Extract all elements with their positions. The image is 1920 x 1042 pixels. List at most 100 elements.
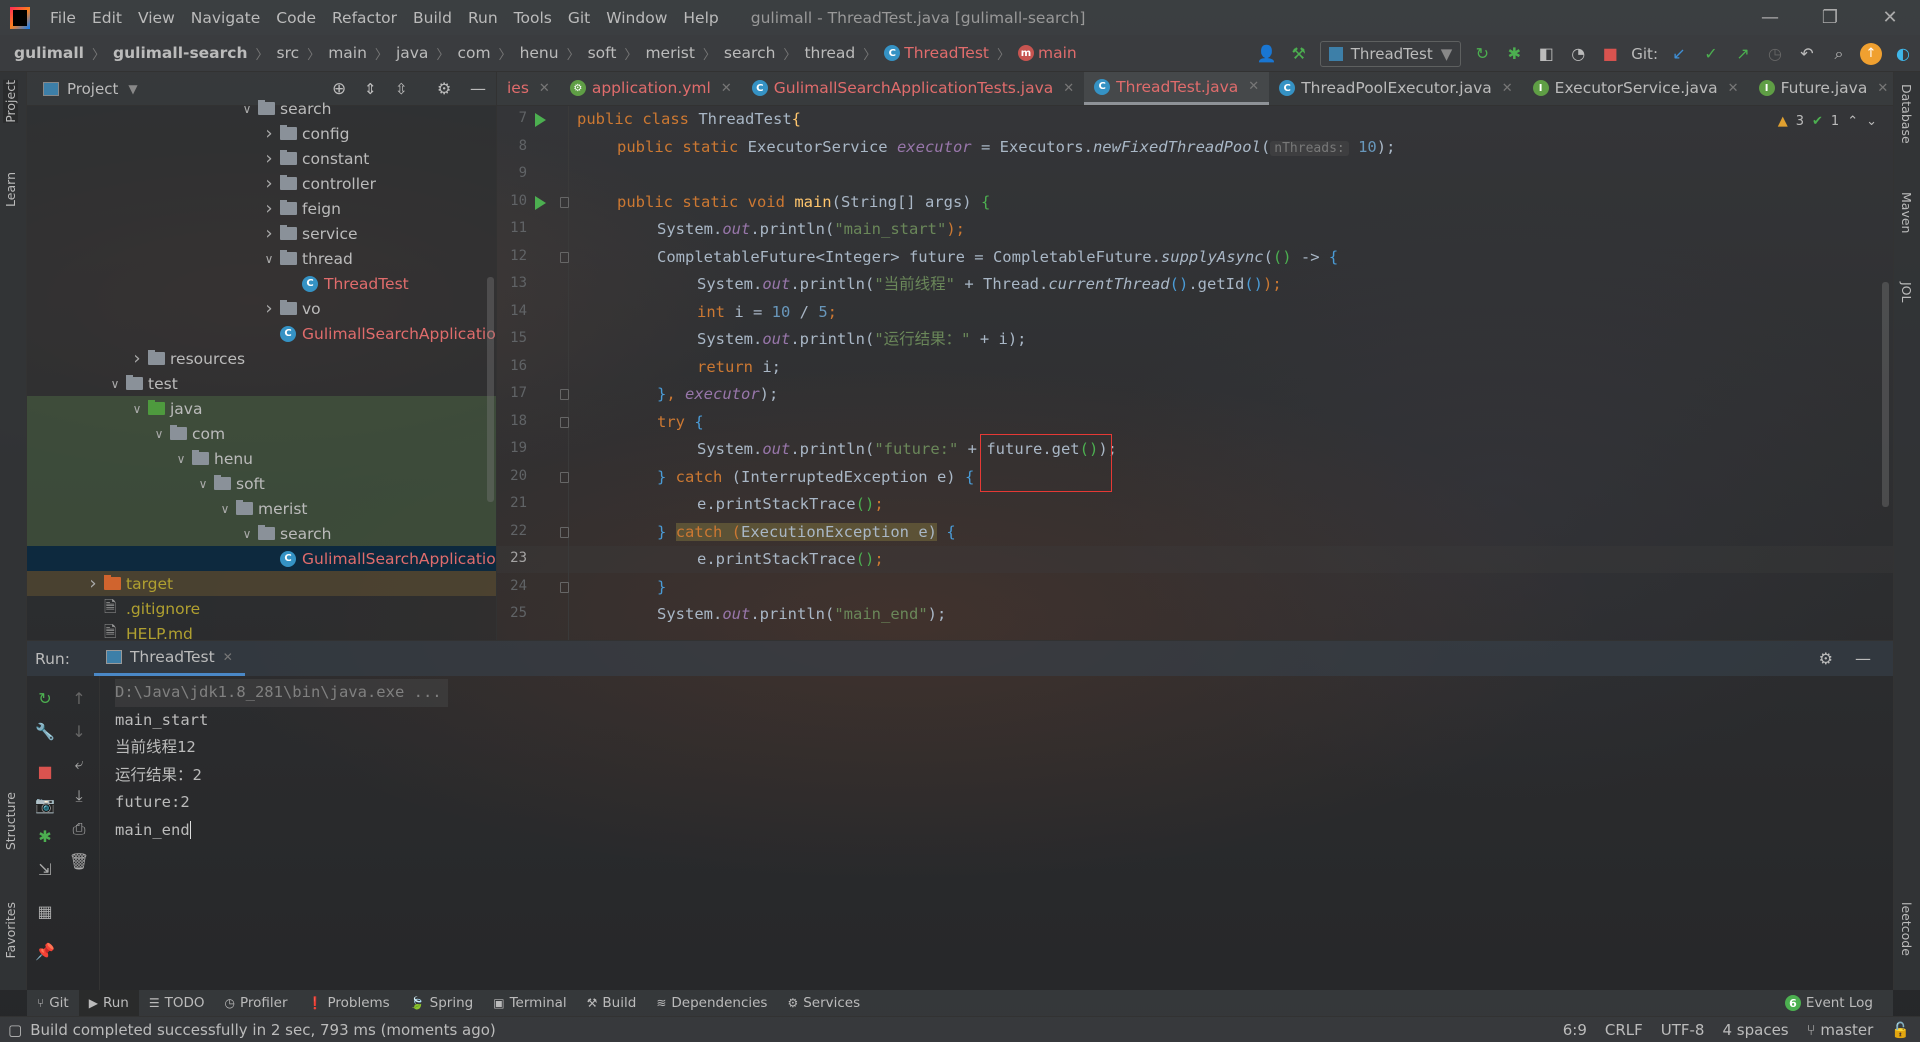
breadcrumb-item[interactable]: merist xyxy=(645,44,694,62)
breadcrumb-item[interactable]: m main xyxy=(1018,44,1077,62)
chevron-right-icon[interactable]: › xyxy=(262,148,276,169)
fold-icon[interactable] xyxy=(560,526,569,538)
tool-maven[interactable]: Maven xyxy=(1899,192,1914,233)
restore-button[interactable]: ❐ xyxy=(1800,0,1860,35)
tool-window-services[interactable]: ⚙ Services xyxy=(777,990,870,1016)
tree-item-soft[interactable]: ∨ soft xyxy=(27,471,496,496)
chevron-down-icon[interactable]: ∨ xyxy=(130,402,144,416)
expand-all-icon[interactable]: ⇕ xyxy=(364,80,377,98)
breadcrumb-item[interactable]: search xyxy=(724,44,776,62)
event-log-button[interactable]: 6 Event Log xyxy=(1775,990,1883,1016)
soft-wrap-icon[interactable]: ⤶ xyxy=(69,754,89,774)
tool-window-dependencies[interactable]: ≋ Dependencies xyxy=(646,990,777,1016)
tool-project[interactable]: Project xyxy=(3,80,18,123)
git-update-icon[interactable]: ↙ xyxy=(1668,43,1690,65)
tool-window-run[interactable]: ▶ Run xyxy=(78,990,139,1016)
rollback-icon[interactable]: ↶ xyxy=(1796,43,1818,65)
tool-jol[interactable]: JOL xyxy=(1899,282,1914,303)
debug-icon[interactable]: ✱ xyxy=(35,826,55,846)
close-tab-icon[interactable]: ✕ xyxy=(539,81,550,96)
chevron-down-icon[interactable]: ▼ xyxy=(128,82,137,96)
chevron-right-icon[interactable]: › xyxy=(262,123,276,144)
camera-icon[interactable]: 📷 xyxy=(35,794,55,814)
tree-item-controller[interactable]: › controller xyxy=(27,171,496,196)
menu-file[interactable]: File xyxy=(42,9,84,27)
tab-ies[interactable]: ies ✕ xyxy=(497,72,560,105)
inspection-widget[interactable]: ▲ 3 ✔ 1 ⌃ ⌄ xyxy=(1778,114,1877,129)
lock-icon[interactable]: 🔓 xyxy=(1891,1021,1910,1039)
chevron-down-icon[interactable]: ∨ xyxy=(108,377,122,391)
profile-icon[interactable]: ◔ xyxy=(1567,43,1589,65)
chevron-down-icon[interactable]: ∨ xyxy=(262,252,276,266)
tree-item-henu[interactable]: ∨ henu xyxy=(27,446,496,471)
menu-navigate[interactable]: Navigate xyxy=(183,9,269,27)
caret-position[interactable]: 6:9 xyxy=(1563,1021,1587,1039)
file-encoding[interactable]: UTF-8 xyxy=(1661,1021,1705,1039)
stop-icon[interactable]: ■ xyxy=(35,761,55,781)
tool-window-git[interactable]: ⑂ Git xyxy=(27,990,79,1016)
tool-window-todo[interactable]: ☰ TODO xyxy=(139,990,215,1016)
close-tab-icon[interactable]: ✕ xyxy=(721,81,732,96)
breadcrumb-item[interactable]: main xyxy=(328,44,367,62)
update-icon[interactable]: ↑ xyxy=(1860,42,1882,65)
exit-icon[interactable]: ⇲ xyxy=(35,859,55,879)
scroll-to-end-icon[interactable]: ⤓ xyxy=(69,786,89,806)
tree-item-threadtest[interactable]: C ThreadTest xyxy=(27,271,496,296)
tab-future-java[interactable]: I Future.java ✕ xyxy=(1749,72,1893,105)
tree-item-test[interactable]: ∨ test xyxy=(27,371,496,396)
breadcrumb-item[interactable]: C ThreadTest xyxy=(884,44,989,62)
chevron-down-icon[interactable]: ∨ xyxy=(240,102,254,116)
tool-learn[interactable]: Learn xyxy=(3,172,18,207)
fold-icon[interactable] xyxy=(560,251,569,263)
chevron-right-icon[interactable]: › xyxy=(262,298,276,319)
chevron-down-icon[interactable]: ∨ xyxy=(218,502,232,516)
layout-icon[interactable]: ▦ xyxy=(35,901,55,921)
breadcrumb-item[interactable]: soft xyxy=(588,44,617,62)
hide-icon[interactable]: — xyxy=(1855,649,1871,668)
tree-item-search[interactable]: ∨ search xyxy=(27,96,496,121)
run-tab-threadtest[interactable]: ThreadTest ✕ xyxy=(93,641,245,676)
breadcrumb-item[interactable]: java xyxy=(396,44,428,62)
breadcrumb-item[interactable]: gulimall xyxy=(14,44,84,62)
menu-tools[interactable]: Tools xyxy=(506,9,560,27)
tool-database[interactable]: Database xyxy=(1899,84,1914,144)
console-output[interactable]: D:\Java\jdk1.8_281\bin\java.exe ... main_… xyxy=(115,679,448,844)
rerun-icon[interactable]: ↻ xyxy=(1471,43,1493,65)
tree-item-gulimallsearchapplication[interactable]: C GulimallSearchApplication xyxy=(27,546,496,571)
prev-highlight-icon[interactable]: ⌃ xyxy=(1847,114,1858,129)
print-icon[interactable]: ⎙ xyxy=(69,819,89,839)
tool-structure[interactable]: Structure xyxy=(3,792,18,850)
tool-favorites[interactable]: Favorites xyxy=(3,902,18,958)
tree-item-target[interactable]: › target xyxy=(27,571,496,596)
close-tab-icon[interactable]: ✕ xyxy=(1248,79,1259,94)
git-commit-icon[interactable]: ✓ xyxy=(1700,43,1722,65)
tree-item-com[interactable]: ∨ com xyxy=(27,421,496,446)
breadcrumb-item[interactable]: src xyxy=(277,44,300,62)
breadcrumb-item[interactable]: thread xyxy=(804,44,855,62)
menu-run[interactable]: Run xyxy=(460,9,506,27)
run-gutter-icon[interactable] xyxy=(535,195,546,210)
pin-icon[interactable]: 📌 xyxy=(35,941,55,961)
fold-icon[interactable] xyxy=(560,389,569,400)
git-branch[interactable]: ⑂ master xyxy=(1807,1021,1874,1039)
coverage-icon[interactable]: ◧ xyxy=(1535,43,1557,65)
chevron-down-icon[interactable]: ∨ xyxy=(174,452,188,466)
tab-gulimallsearchapplicationtests-java[interactable]: C GulimallSearchApplicationTests.java ✕ xyxy=(742,72,1084,105)
git-history-icon[interactable]: ◷ xyxy=(1764,43,1786,65)
plugin-icon[interactable]: ◐ xyxy=(1892,43,1914,65)
fold-icon[interactable] xyxy=(560,471,569,483)
tool-window-problems[interactable]: ❗ Problems xyxy=(298,990,400,1016)
line-separator[interactable]: CRLF xyxy=(1605,1021,1643,1039)
fold-icon[interactable] xyxy=(560,196,569,208)
close-tab-icon[interactable]: ✕ xyxy=(1877,81,1888,96)
menu-refactor[interactable]: Refactor xyxy=(324,9,405,27)
down-arrow-icon[interactable]: ↓ xyxy=(69,721,89,741)
tool-window-spring[interactable]: 🍃 Spring xyxy=(400,990,484,1016)
editor-scrollbar[interactable] xyxy=(1882,282,1889,507)
tree-item-search[interactable]: ∨ search xyxy=(27,521,496,546)
search-icon[interactable]: ⌕ xyxy=(1828,43,1850,65)
tree-item-vo[interactable]: › vo xyxy=(27,296,496,321)
menu-help[interactable]: Help xyxy=(675,9,726,27)
menu-view[interactable]: View xyxy=(130,9,183,27)
chevron-right-icon[interactable]: › xyxy=(262,173,276,194)
